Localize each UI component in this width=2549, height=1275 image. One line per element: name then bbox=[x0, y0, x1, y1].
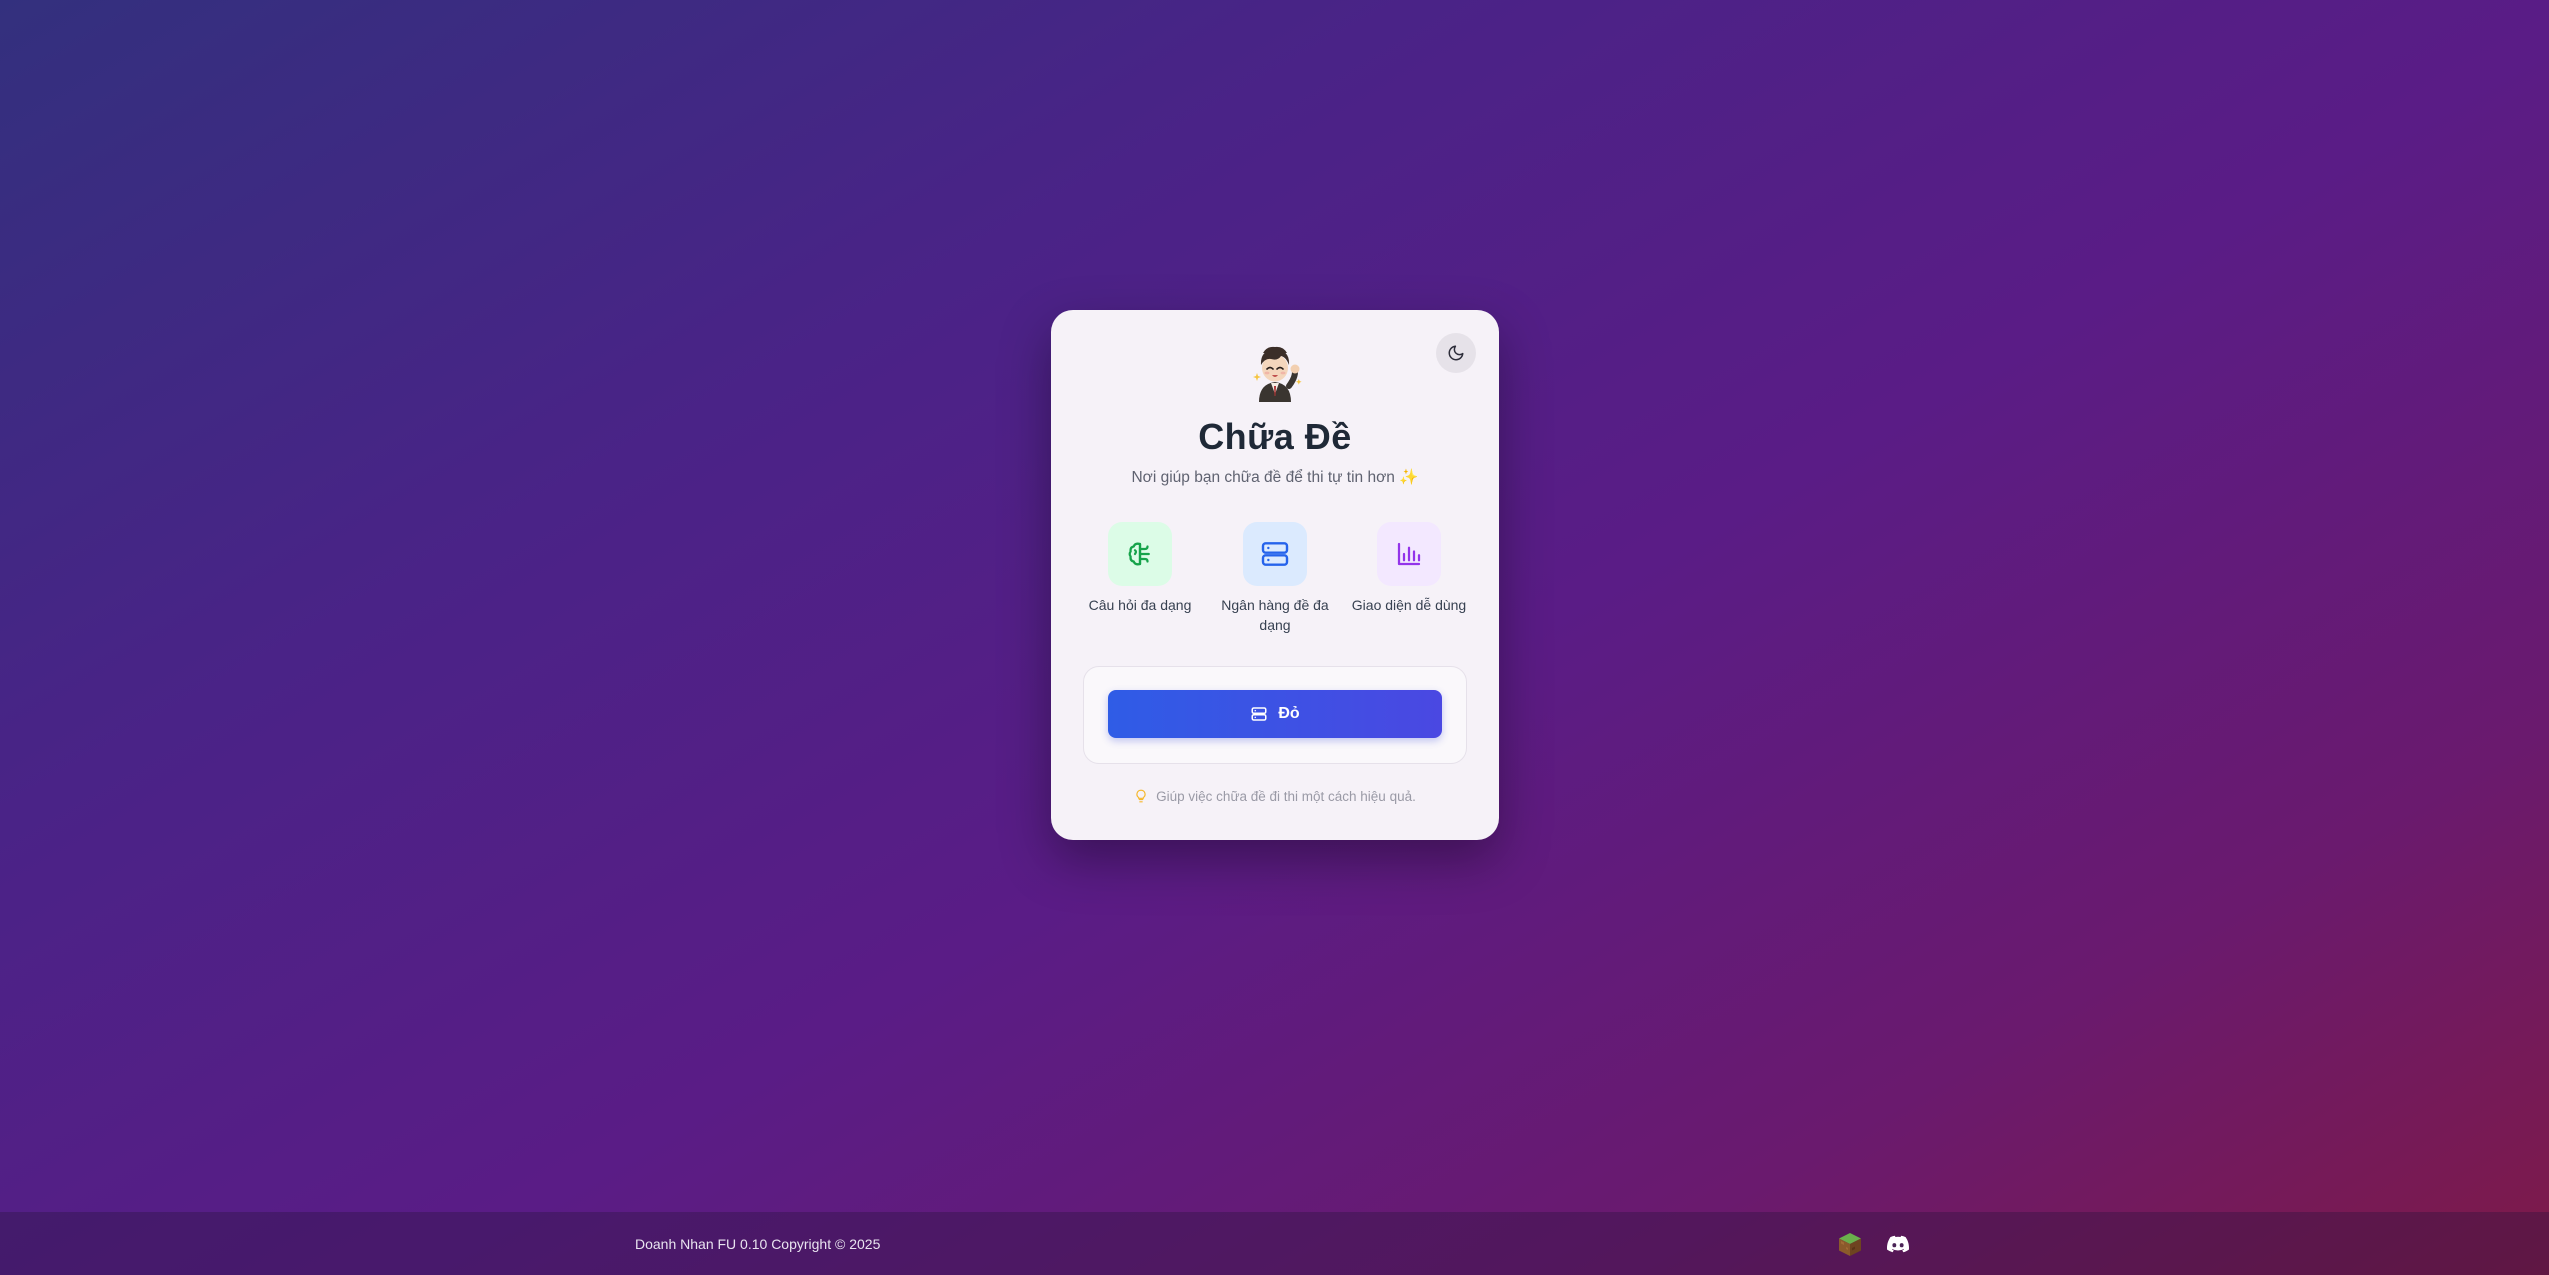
theme-toggle-button[interactable] bbox=[1436, 333, 1476, 373]
page-subtitle: Nơi giúp bạn chữa đề để thi tự tin hơn ✨ bbox=[1131, 469, 1419, 486]
feature-question-bank: Ngân hàng đề đa dạng bbox=[1210, 522, 1340, 635]
main-card: Chữa Đề Nơi giúp bạn chữa đề để thi tự t… bbox=[1051, 310, 1499, 840]
start-button[interactable]: Đỏ bbox=[1108, 690, 1442, 738]
feature-icon-box bbox=[1243, 522, 1307, 586]
copyright-text: Doanh Nhan FU 0.10 Copyright © 2025 bbox=[635, 1236, 881, 1252]
feature-ui: Giao diện dễ dùng bbox=[1344, 522, 1474, 615]
server-icon bbox=[1251, 707, 1267, 721]
avatar bbox=[1245, 340, 1305, 404]
page-title: Chữa Đề bbox=[1198, 416, 1352, 457]
feature-questions: Câu hỏi đa dạng bbox=[1075, 522, 1205, 615]
moon-icon bbox=[1448, 345, 1464, 361]
minecraft-block-icon[interactable] bbox=[1836, 1230, 1864, 1258]
bar-chart-icon bbox=[1397, 542, 1421, 566]
feature-label: Ngân hàng đề đa dạng bbox=[1221, 597, 1329, 633]
tip-text: Giúp việc chữa đề đi thi một cách hiệu q… bbox=[1051, 788, 1499, 804]
start-button-label: Đỏ bbox=[1278, 705, 1300, 722]
footer: Doanh Nhan FU 0.10 Copyright © 2025 bbox=[0, 1212, 2549, 1275]
feature-icon-box bbox=[1377, 522, 1441, 586]
tip-label: Giúp việc chữa đề đi thi một cách hiệu q… bbox=[1156, 788, 1416, 804]
feature-icon-box bbox=[1108, 522, 1172, 586]
lightbulb-icon bbox=[1136, 789, 1146, 803]
feature-label: Câu hỏi đa dạng bbox=[1088, 597, 1192, 613]
action-panel: Đỏ bbox=[1083, 666, 1467, 764]
discord-icon[interactable] bbox=[1884, 1230, 1912, 1258]
brain-icon bbox=[1128, 542, 1150, 566]
feature-label: Giao diện dễ dùng bbox=[1351, 597, 1467, 613]
server-icon bbox=[1261, 542, 1289, 566]
